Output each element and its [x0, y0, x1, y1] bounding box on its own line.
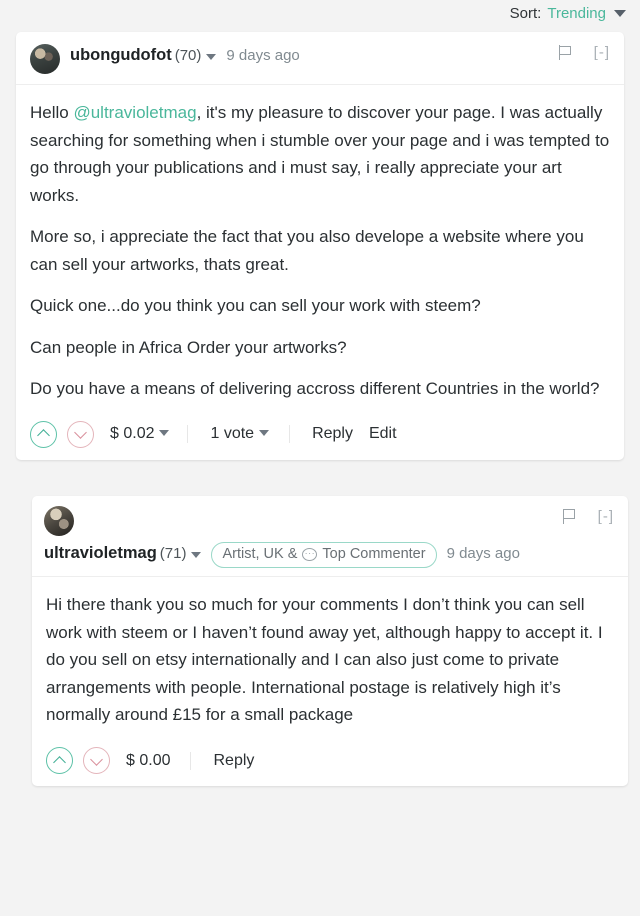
edit-button[interactable]: Edit [369, 425, 397, 443]
user-mention-link[interactable]: @ultravioletmag [73, 103, 196, 122]
author-name[interactable]: ultravioletmag [44, 542, 157, 564]
chevron-down-icon[interactable] [159, 430, 170, 437]
avatar[interactable] [30, 44, 60, 74]
comment-paragraph: Quick one...do you think you can sell yo… [30, 296, 481, 316]
comment-paragraph: Can people in Africa Order your artworks… [30, 337, 347, 357]
payout-value: $ 0.00 [126, 751, 171, 769]
chevron-down-icon [90, 752, 103, 766]
author-row: ultravioletmag (71) Artist, UK & ··· Top… [44, 541, 614, 569]
status-badge: Artist, UK & ··· Top Commenter [211, 541, 437, 569]
chevron-up-icon [53, 755, 66, 769]
chevron-down-icon[interactable] [614, 10, 626, 17]
upvote-button[interactable] [46, 747, 73, 774]
payout-amount: $ 0.02 [110, 425, 155, 443]
chevron-down-icon[interactable] [259, 430, 270, 437]
sort-label: Sort: [509, 4, 542, 22]
reply-button[interactable]: Reply [312, 425, 353, 443]
upvote-button[interactable] [30, 420, 57, 448]
downvote-button[interactable] [67, 420, 94, 448]
vote-count-label: 1 vote [210, 425, 255, 443]
footer-links: Reply [190, 751, 254, 770]
comment-card: ubongudofot (70) 9 days ago [-] Hello @u… [16, 32, 624, 460]
comment-footer: $ 0.00 Reply [32, 739, 628, 786]
vote-count[interactable]: 1 vote [187, 425, 270, 444]
collapse-toggle[interactable]: [-] [594, 44, 610, 61]
comment-timestamp[interactable]: 9 days ago [447, 544, 520, 564]
comment-footer: $ 0.02 1 vote Reply Edit [16, 413, 624, 460]
comment-paragraph: Hello @ultravioletmag, it's my pleasure … [30, 99, 610, 209]
comment-body: Hello @ultravioletmag, it's my pleasure … [16, 85, 624, 413]
header-actions: [-] [562, 508, 614, 525]
comment-paragraph: Do you have a means of delivering accros… [30, 379, 600, 399]
comment-paragraph: More so, i appreciate the fact that you … [30, 227, 584, 274]
downvote-button[interactable] [83, 747, 110, 774]
chevron-down-icon[interactable] [191, 551, 202, 558]
comment-body: Hi there thank you so much for your comm… [32, 577, 628, 739]
author-row: ubongudofot (70) 9 days ago [70, 44, 300, 66]
chevron-up-icon [37, 429, 50, 443]
author-reputation: (71) [159, 544, 187, 562]
flag-icon[interactable] [558, 45, 572, 60]
reply-button[interactable]: Reply [213, 752, 254, 770]
footer-links: Reply Edit [289, 425, 397, 444]
comment-paragraph: Hi there thank you so much for your comm… [46, 595, 603, 725]
comment-card: ultravioletmag (71) Artist, UK & ··· Top… [32, 495, 628, 786]
author-name[interactable]: ubongudofot [70, 44, 172, 66]
avatar[interactable] [44, 505, 74, 536]
badge-prefix: Artist, UK & [222, 545, 298, 562]
sort-bar[interactable]: Sort: Trending [0, 0, 640, 26]
comment-timestamp[interactable]: 9 days ago [226, 46, 299, 66]
author-reputation: (70) [174, 47, 202, 64]
collapse-toggle[interactable]: [-] [598, 508, 614, 525]
bubble-dots: ··· [304, 548, 316, 559]
paragraph-text-before: Hello [30, 103, 74, 122]
comment-header: ultravioletmag (71) Artist, UK & ··· Top… [32, 496, 628, 578]
sort-value[interactable]: Trending [547, 5, 606, 22]
header-actions: [-] [558, 44, 610, 61]
comment-header: ubongudofot (70) 9 days ago [-] [16, 32, 624, 85]
chevron-down-icon [74, 426, 87, 440]
badge-suffix: Top Commenter [322, 545, 426, 562]
chevron-down-icon[interactable] [206, 54, 217, 60]
flag-icon[interactable] [562, 508, 576, 524]
chat-bubble-icon: ··· [302, 548, 318, 562]
payout-value[interactable]: $ 0.02 [110, 425, 170, 443]
